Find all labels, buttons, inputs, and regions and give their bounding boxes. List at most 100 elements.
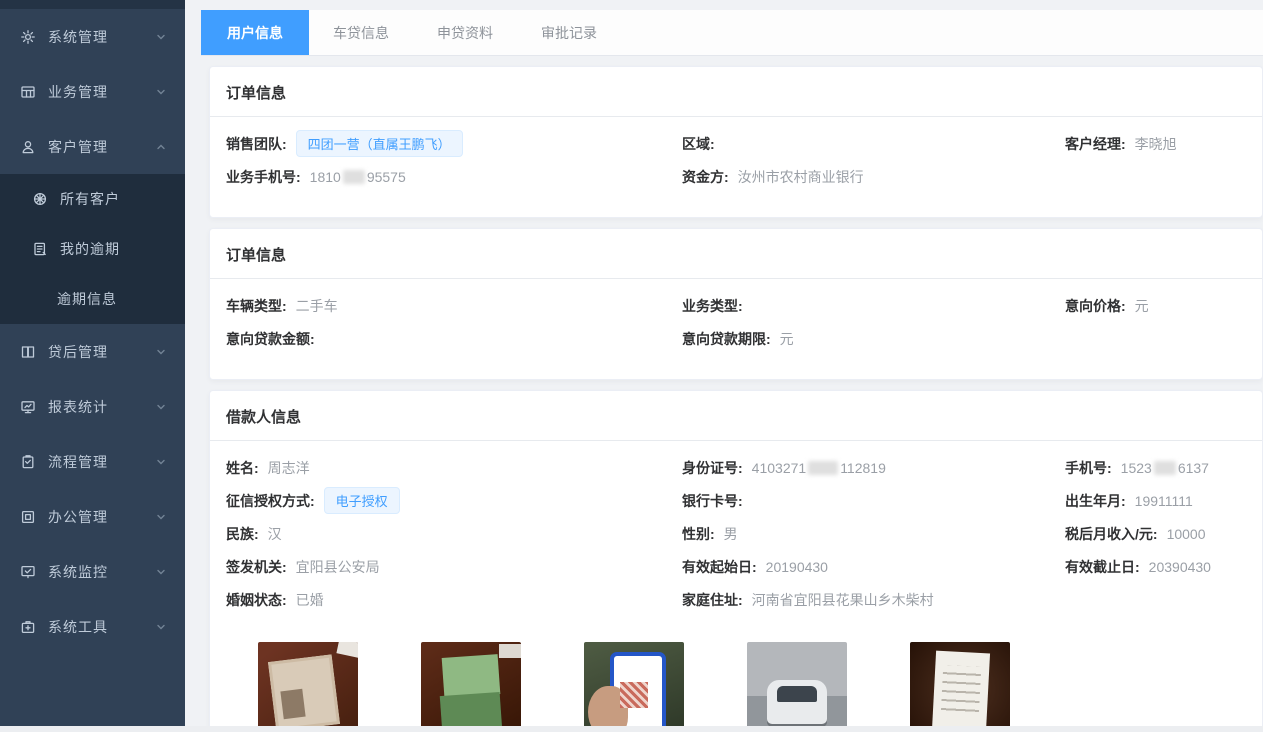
- field-label: 征信授权方式:: [226, 491, 315, 511]
- sidebar-item-all-customers[interactable]: 所有客户: [0, 174, 185, 224]
- field-gender: 性别: 男: [682, 517, 1065, 550]
- photo-item: 身份证: [258, 642, 358, 732]
- sidebar-item-overdue-info[interactable]: 逾期信息: [0, 274, 185, 324]
- sidebar-item-label: 客户管理: [48, 137, 155, 157]
- tab-approval-records[interactable]: 审批记录: [517, 10, 621, 55]
- field-value: 二手车: [296, 296, 338, 316]
- field-value: 20390430: [1149, 559, 1211, 575]
- field-label: 身份证号:: [682, 458, 743, 478]
- field-value: 15236137: [1121, 460, 1209, 476]
- field-value: 汝州市农村商业银行: [738, 167, 864, 187]
- sidebar-item-system-tools[interactable]: 系统工具: [0, 599, 185, 654]
- credit-auth-tag[interactable]: 电子授权: [324, 487, 400, 514]
- field-label: 民族:: [226, 524, 259, 544]
- document-photos: 身份证 驾驶证正副页 征信授权 人车合影 其他材料: [258, 642, 1262, 732]
- sidebar-item-customer-management[interactable]: 客户管理: [0, 119, 185, 174]
- drivers-license-photo-thumbnail[interactable]: [421, 642, 521, 732]
- notebook-icon: [32, 241, 48, 257]
- chevron-down-icon: [155, 511, 167, 523]
- credit-auth-qr-photo-thumbnail[interactable]: [584, 642, 684, 732]
- field-label: 签发机关:: [226, 557, 287, 577]
- field-marital-status: 婚姻状态: 已婚: [226, 583, 682, 616]
- sidebar-item-label: 业务管理: [48, 82, 155, 102]
- sales-team-tag[interactable]: 四团一营（直属王鹏飞）: [296, 130, 463, 157]
- field-sales-team: 销售团队: 四团一营（直属王鹏飞）: [226, 127, 682, 160]
- field-value: 周志洋: [268, 458, 310, 478]
- field-value: 元: [780, 329, 794, 349]
- sidebar-item-label: 系统监控: [48, 562, 155, 582]
- field-business-phone: 业务手机号: 181095575: [226, 160, 682, 193]
- clipboard-icon: [20, 454, 36, 470]
- field-label: 银行卡号:: [682, 491, 743, 511]
- field-monthly-income: 税后月收入/元: 10000: [1065, 517, 1254, 550]
- sidebar-item-office-management[interactable]: 办公管理: [0, 489, 185, 544]
- field-label: 资金方:: [682, 167, 729, 187]
- borrower-info-card: 借款人信息 姓名: 周志洋 身份证号: 4103271112819 手机号: 1…: [209, 390, 1263, 732]
- redaction-blur: [343, 170, 365, 184]
- tab-loan-application-docs[interactable]: 申贷资料: [413, 10, 517, 55]
- card-title: 借款人信息: [210, 391, 1262, 441]
- field-label: 家庭住址:: [682, 590, 743, 610]
- sidebar-item-business-management[interactable]: 业务管理: [0, 64, 185, 119]
- field-value: 181095575: [310, 169, 406, 185]
- sidebar-item-my-overdue[interactable]: 我的逾期: [0, 224, 185, 274]
- field-value: 19911111: [1135, 493, 1193, 509]
- order-info-card-2: 订单信息 车辆类型: 二手车 业务类型: 意向价格: 元 意向贷款金额: 意向贷…: [209, 228, 1263, 380]
- chevron-up-icon: [155, 141, 167, 153]
- field-label: 婚姻状态:: [226, 590, 287, 610]
- field-issuing-authority: 签发机关: 宜阳县公安局: [226, 550, 682, 583]
- redaction-blur: [1154, 461, 1176, 475]
- field-value: 河南省宜阳县花果山乡木柴村: [752, 590, 934, 610]
- field-credit-auth: 征信授权方式: 电子授权: [226, 484, 682, 517]
- person-with-car-photo-thumbnail[interactable]: [747, 642, 847, 732]
- sidebar-item-label: 逾期信息: [57, 289, 185, 309]
- field-bank-card: 银行卡号:: [682, 484, 1065, 517]
- field-home-address: 家庭住址: 河南省宜阳县花果山乡木柴村: [682, 583, 1065, 616]
- field-intent-price: 意向价格: 元: [1065, 289, 1254, 322]
- field-value: 20190430: [766, 559, 828, 575]
- card-title: 订单信息: [210, 229, 1262, 279]
- field-loan-amount: 意向贷款金额:: [226, 322, 682, 355]
- field-valid-from: 有效起始日: 20190430: [682, 550, 1065, 583]
- sidebar-item-report-statistics[interactable]: 报表统计: [0, 379, 185, 434]
- photo-item: 其他材料: [910, 642, 1010, 732]
- field-label: 区域:: [682, 134, 715, 154]
- field-label: 销售团队:: [226, 134, 287, 154]
- id-card-photo-thumbnail[interactable]: [258, 642, 358, 732]
- field-empty: [1065, 160, 1254, 193]
- paper-document-photo-thumbnail[interactable]: [910, 642, 1010, 732]
- field-region: 区域:: [682, 127, 1065, 160]
- field-label: 客户经理:: [1065, 134, 1126, 154]
- field-value: 汉: [268, 524, 282, 544]
- sidebar-item-postloan-management[interactable]: 贷后管理: [0, 324, 185, 379]
- sidebar-item-system-monitor[interactable]: 系统监控: [0, 544, 185, 599]
- field-value: 已婚: [296, 590, 324, 610]
- field-value: 10000: [1167, 526, 1206, 542]
- tab-user-info[interactable]: 用户信息: [201, 10, 309, 55]
- main-content: 用户信息 车贷信息 申贷资料 审批记录 订单信息 销售团队: 四团一营（直属王鹏…: [185, 0, 1263, 732]
- field-label: 意向贷款金额:: [226, 329, 315, 349]
- field-label: 业务手机号:: [226, 167, 301, 187]
- wheel-icon: [32, 191, 48, 207]
- gear-icon: [20, 29, 36, 45]
- sidebar-item-process-management[interactable]: 流程管理: [0, 434, 185, 489]
- sidebar-item-label: 流程管理: [48, 452, 155, 472]
- sidebar-item-system-management[interactable]: 系统管理: [0, 9, 185, 64]
- sidebar-item-label: 办公管理: [48, 507, 155, 527]
- chevron-down-icon: [155, 346, 167, 358]
- field-label: 姓名:: [226, 458, 259, 478]
- chevron-down-icon: [155, 86, 167, 98]
- monitor-icon: [20, 399, 36, 415]
- field-funder: 资金方: 汝州市农村商业银行: [682, 160, 1065, 193]
- grid-icon: [20, 84, 36, 100]
- sidebar-item-label: 报表统计: [48, 397, 155, 417]
- sidebar-item-label: 系统管理: [48, 27, 155, 47]
- tab-car-loan-info[interactable]: 车贷信息: [309, 10, 413, 55]
- field-valid-to: 有效截止日: 20390430: [1065, 550, 1254, 583]
- sidebar: 系统管理 业务管理 客户管理 所有客户 我的逾期 逾期信息: [0, 0, 185, 726]
- sidebar-item-label: 系统工具: [48, 617, 155, 637]
- field-value: 宜阳县公安局: [296, 557, 380, 577]
- redaction-blur: [808, 461, 838, 475]
- field-value: 李晓旭: [1135, 134, 1177, 154]
- field-value: 4103271112819: [752, 460, 886, 476]
